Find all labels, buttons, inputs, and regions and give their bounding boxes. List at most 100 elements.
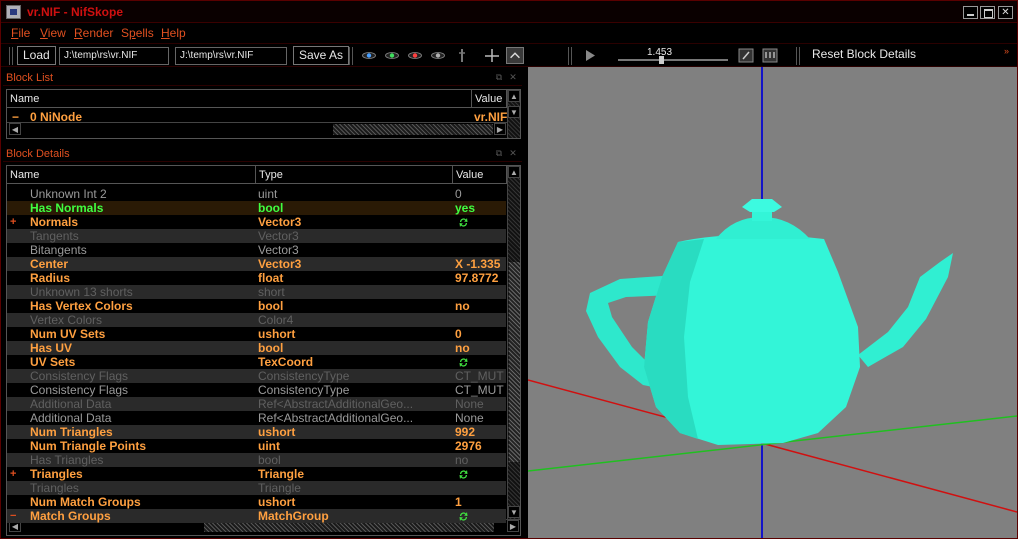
scroll-left-arrow-icon[interactable]: ◀ [9, 123, 21, 135]
block-details-title[interactable]: Block Details ⧉ ✕ [3, 146, 522, 162]
menu-view[interactable]: View [40, 26, 66, 40]
details-row[interactable]: Tangents Vector3 [7, 229, 506, 243]
block-list-title[interactable]: Block List ⧉ ✕ [3, 70, 522, 86]
field-value[interactable]: 1 [455, 495, 507, 509]
details-row[interactable]: Radius float 97.8772 [7, 271, 506, 285]
field-value[interactable]: X -1.335 [455, 257, 507, 271]
toolbar-grip[interactable] [9, 47, 13, 65]
details-row[interactable]: Bitangents Vector3 [7, 243, 506, 257]
toolbar-grip[interactable] [796, 47, 800, 65]
toolbar-extension-icon[interactable]: » [1004, 46, 1009, 56]
details-row[interactable]: Num Triangles ushort 992 [7, 425, 506, 439]
details-row[interactable]: Consistency Flags ConsistencyType CT_MUT [7, 369, 506, 383]
toolbar-grip[interactable] [568, 47, 572, 65]
time-slider[interactable] [618, 59, 728, 61]
view-eye-blue-icon[interactable] [362, 51, 376, 60]
details-row[interactable]: Num Match Groups ushort 1 [7, 495, 506, 509]
details-row[interactable]: Triangles Triangle [7, 481, 506, 495]
play-icon[interactable] [581, 47, 599, 64]
load-button[interactable]: Load [17, 46, 56, 65]
details-row[interactable]: Additional Data Ref<AbstractAdditionalGeo… [7, 411, 506, 425]
field-value[interactable]: None [455, 397, 507, 411]
dock-close-icon[interactable]: ✕ [507, 72, 519, 83]
details-row[interactable]: + Normals Vector3 [7, 215, 506, 229]
details-row[interactable]: Unknown Int 2 uint 0 [7, 187, 506, 201]
maximize-button[interactable] [980, 6, 995, 19]
details-row[interactable]: Unknown 13 shorts short [7, 285, 506, 299]
load-path-field[interactable]: J:\temp\rs\vr.NIF [59, 47, 169, 65]
details-row[interactable]: Center Vector3 X -1.335 [7, 257, 506, 271]
details-header-value[interactable]: Value [453, 166, 507, 184]
field-value[interactable]: 0 [455, 327, 507, 341]
scroll-down-arrow-icon[interactable]: ▼ [508, 106, 520, 118]
pan-icon[interactable] [483, 47, 501, 64]
array-update-icon[interactable] [458, 357, 469, 368]
view-eye-red-icon[interactable] [408, 51, 422, 60]
close-button[interactable]: ✕ [998, 6, 1013, 19]
field-value[interactable]: 97.8772 [455, 271, 507, 285]
details-row[interactable]: Has UV bool no [7, 341, 506, 355]
render-viewport[interactable] [528, 67, 1017, 538]
array-update-icon[interactable] [458, 469, 469, 480]
details-row[interactable]: Additional Data Ref<AbstractAdditionalGeo… [7, 397, 506, 411]
details-row[interactable]: + Triangles Triangle [7, 467, 506, 481]
array-update-icon[interactable] [458, 217, 469, 228]
row-expander[interactable]: − [10, 509, 20, 523]
details-row[interactable]: Vertex Colors Color4 [7, 313, 506, 327]
details-row[interactable]: Consistency Flags ConsistencyType CT_MUT [7, 383, 506, 397]
menu-spells[interactable]: Spells [121, 26, 154, 40]
dock-close-icon[interactable]: ✕ [507, 148, 519, 159]
save-as-button[interactable]: Save As [293, 46, 350, 65]
field-value[interactable]: 992 [455, 425, 507, 439]
teapot-model[interactable] [586, 199, 953, 445]
details-row[interactable]: UV Sets TexCoord [7, 355, 506, 369]
details-row[interactable]: Has Normals bool yes [7, 201, 506, 215]
field-value[interactable] [455, 467, 507, 481]
field-value[interactable]: 2976 [455, 439, 507, 453]
field-value[interactable]: no [455, 299, 507, 313]
scroll-down-arrow-icon[interactable]: ▼ [508, 506, 520, 518]
menu-render[interactable]: Render [74, 26, 113, 40]
scroll-right-arrow-icon[interactable]: ▶ [507, 520, 519, 532]
toolbar-grip[interactable] [349, 47, 353, 65]
field-value[interactable]: None [455, 411, 507, 425]
block-list-header-value[interactable]: Value [472, 90, 507, 108]
details-header-type[interactable]: Type [256, 166, 453, 184]
details-row[interactable]: Num Triangle Points uint 2976 [7, 439, 506, 453]
row-expander[interactable]: + [10, 215, 20, 229]
dock-float-icon[interactable]: ⧉ [493, 72, 505, 83]
array-update-icon[interactable] [458, 511, 469, 522]
block-list-header-name[interactable]: Name [7, 90, 472, 108]
menu-file[interactable]: File [11, 26, 30, 40]
field-value[interactable]: no [455, 453, 507, 467]
axis-icon[interactable] [453, 47, 471, 64]
block-list-vscroll[interactable]: ▲ ▼ [507, 90, 520, 138]
dock-float-icon[interactable]: ⧉ [493, 148, 505, 159]
hscroll-thumb[interactable] [333, 124, 493, 135]
block-list-hscroll[interactable]: ◀ ▶ [7, 122, 507, 136]
scroll-up-arrow-icon[interactable]: ▲ [508, 166, 520, 178]
field-value[interactable] [455, 509, 507, 523]
menu-help[interactable]: Help [161, 26, 186, 40]
scroll-up-arrow-icon[interactable]: ▲ [508, 90, 520, 102]
details-row[interactable]: Has Vertex Colors bool no [7, 299, 506, 313]
loop-icon[interactable] [761, 47, 779, 64]
view-eye-gray-icon[interactable] [431, 51, 445, 60]
save-path-field[interactable]: J:\temp\rs\vr.NIF [175, 47, 287, 65]
view-eye-green-icon[interactable] [385, 51, 399, 60]
field-value[interactable]: 0 [455, 187, 507, 201]
minimize-button[interactable] [963, 6, 978, 19]
field-value[interactable]: CT_MUT [455, 383, 507, 397]
scroll-right-arrow-icon[interactable]: ▶ [494, 123, 506, 135]
rotate-icon[interactable] [506, 47, 524, 64]
row-expander[interactable]: + [10, 467, 20, 481]
field-value[interactable]: CT_MUT [455, 369, 507, 383]
field-value[interactable]: no [455, 341, 507, 355]
details-header-name[interactable]: Name [7, 166, 256, 184]
keyframe-icon[interactable] [737, 47, 755, 64]
details-row[interactable]: − Match Groups MatchGroup [7, 509, 506, 523]
reset-block-details-button[interactable]: Reset Block Details [807, 46, 922, 65]
time-slider-handle[interactable] [659, 56, 664, 64]
vscroll-thumb[interactable] [509, 262, 520, 462]
title-bar[interactable]: vr.NIF - NifSkope ✕ [1, 1, 1017, 23]
